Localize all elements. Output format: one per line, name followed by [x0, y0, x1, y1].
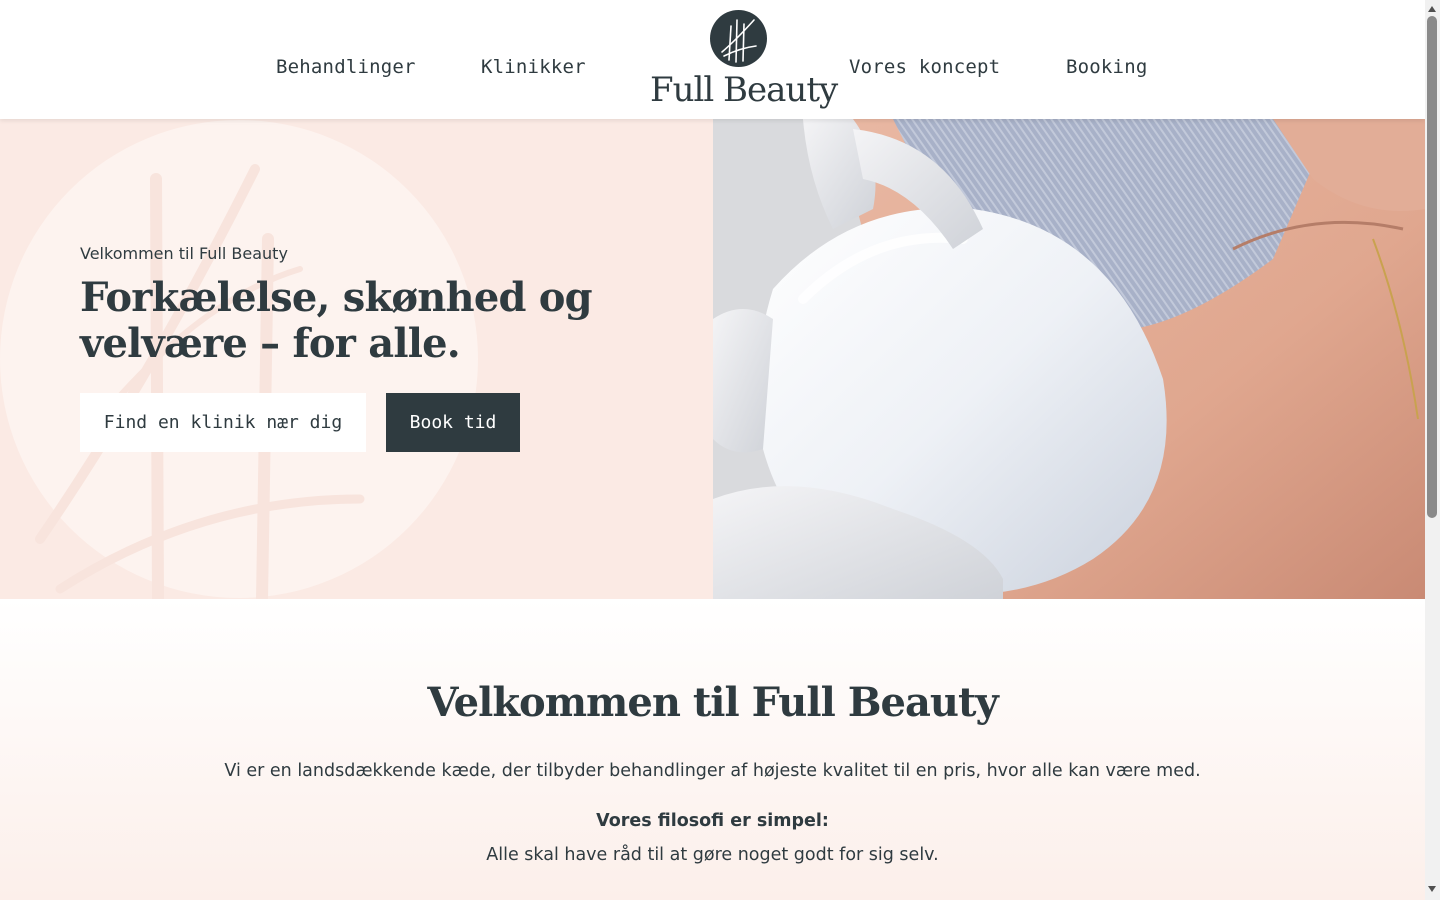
intro-section: Velkommen til Full Beauty Vi er en lands… — [0, 599, 1425, 900]
scroll-down-arrow-icon[interactable] — [1428, 886, 1436, 892]
hero-eyebrow: Velkommen til Full Beauty — [80, 244, 288, 263]
nav-behandlinger[interactable]: Behandlinger — [276, 56, 416, 78]
find-clinic-button[interactable]: Find en klinik nær dig — [80, 393, 366, 452]
wheat-stalks-logo-icon — [710, 10, 767, 67]
hero-title-line-1: Forkælelse, skønhed og — [80, 274, 593, 321]
page: Behandlinger Klinikker Full Beauty Vores… — [0, 0, 1425, 900]
hero-photo-illustration — [713, 119, 1425, 599]
intro-philosophy-heading: Vores filosofi er simpel: — [596, 811, 829, 831]
hero-treatment-photo — [713, 119, 1425, 599]
scroll-up-arrow-icon[interactable] — [1428, 6, 1436, 12]
nav-booking[interactable]: Booking — [1066, 56, 1147, 78]
nav-klinikker[interactable]: Klinikker — [481, 56, 586, 78]
scrollbar-thumb[interactable] — [1427, 16, 1437, 518]
intro-philosophy-text: Alle skal have råd til at gøre noget god… — [486, 845, 939, 865]
hero-text-panel: Velkommen til Full Beauty Forkælelse, sk… — [0, 119, 713, 599]
page-scrollbar[interactable] — [1425, 0, 1440, 900]
logo-text: Full Beauty — [650, 70, 838, 110]
intro-title: Velkommen til Full Beauty — [427, 679, 998, 726]
intro-description: Vi er en landsdækkende kæde, der tilbyde… — [224, 761, 1201, 781]
hero-title-line-2: velvære – for alle. — [80, 320, 461, 367]
hero-section: Velkommen til Full Beauty Forkælelse, sk… — [0, 119, 1425, 599]
site-header: Behandlinger Klinikker Full Beauty Vores… — [0, 0, 1425, 119]
logo[interactable]: Full Beauty — [650, 8, 838, 112]
nav-vores-koncept[interactable]: Vores koncept — [849, 56, 1000, 78]
book-appointment-button[interactable]: Book tid — [386, 393, 520, 452]
hero-title: Forkælelse, skønhed og velvære – for all… — [80, 275, 620, 367]
